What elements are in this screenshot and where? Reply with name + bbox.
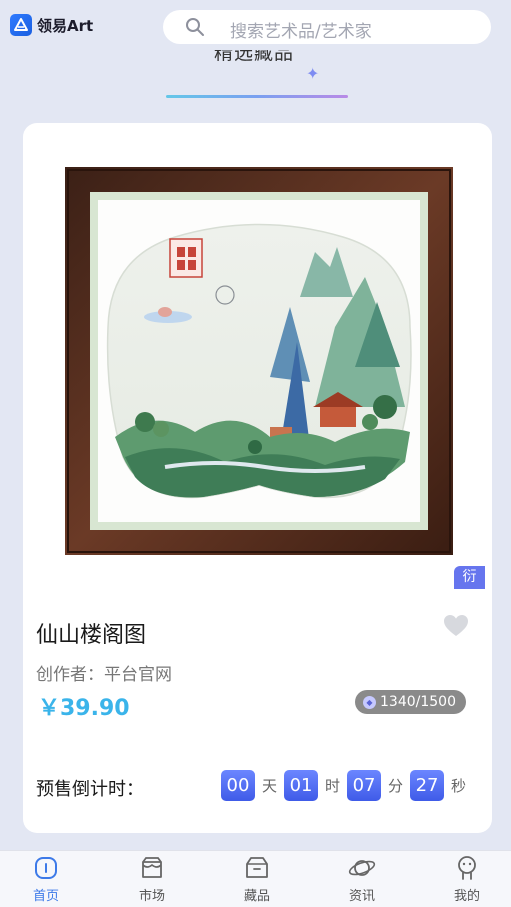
nav-label-collection: 藏品 xyxy=(243,889,270,904)
planet-icon xyxy=(348,860,376,876)
nav-item-news[interactable]: 资讯 xyxy=(322,851,402,904)
stock-count: 1340/1500 xyxy=(380,694,456,710)
bottom-nav: 首页 市场 藏品 资讯 我的 xyxy=(0,850,511,907)
search-icon xyxy=(185,17,205,41)
countdown-minutes-unit: 分 xyxy=(388,777,404,795)
countdown-hours: 01 xyxy=(284,770,319,801)
nav-item-home[interactable]: 首页 xyxy=(6,851,86,904)
nav-label-news: 资讯 xyxy=(348,889,375,904)
logo-icon xyxy=(10,14,32,36)
countdown-timer: 00 天 01 时 07 分 27 秒 xyxy=(221,770,473,801)
sparkle-icon: ✦ xyxy=(306,64,320,83)
coin-icon: ◆ xyxy=(363,695,376,709)
app-logo[interactable]: 领易Art xyxy=(10,14,93,36)
countdown-minutes: 07 xyxy=(347,770,382,801)
home-icon xyxy=(35,857,57,879)
profile-icon xyxy=(458,856,476,880)
countdown-label: 预售倒计时： xyxy=(36,779,144,800)
logo-text: 领易Art xyxy=(37,16,94,35)
section-title-underline xyxy=(166,95,348,98)
countdown-days-unit: 天 xyxy=(262,777,278,795)
creator-label: 创作者：平台官网 xyxy=(36,665,172,685)
countdown-hours-unit: 时 xyxy=(325,777,341,795)
price: ￥39.90 xyxy=(38,696,130,721)
favorite-heart-icon[interactable] xyxy=(443,614,469,642)
stock-pill: ◆ 1340/1500 xyxy=(355,690,466,714)
search-bar[interactable]: 搜索艺术品/艺术家 xyxy=(163,10,491,44)
artwork-card[interactable]: 衍 仙山楼阁图 创作者：平台官网 ￥39.90 ◆ 1340/1500 预售倒计… xyxy=(23,123,492,833)
countdown-days: 00 xyxy=(221,770,255,801)
store-icon xyxy=(142,857,162,878)
countdown-seconds: 27 xyxy=(410,770,445,801)
search-placeholder[interactable]: 搜索艺术品/艺术家 xyxy=(230,17,372,42)
section-title-clip: 精选藏品 xyxy=(160,50,350,72)
derivative-badge: 衍 xyxy=(454,566,485,589)
artwork-image[interactable] xyxy=(65,167,453,555)
nav-label-home: 首页 xyxy=(32,889,59,904)
section-title: 精选藏品 xyxy=(214,50,295,64)
nav-label-profile: 我的 xyxy=(453,889,480,904)
box-icon xyxy=(246,857,268,878)
nav-item-profile[interactable]: 我的 xyxy=(427,851,507,904)
artwork-title: 仙山楼阁图 xyxy=(36,623,147,648)
top-header: 领易Art 搜索艺术品/艺术家 xyxy=(0,0,511,56)
nav-item-collection[interactable]: 藏品 xyxy=(217,851,297,904)
countdown-seconds-unit: 秒 xyxy=(451,777,467,795)
nav-item-market[interactable]: 市场 xyxy=(112,851,192,904)
nav-label-market: 市场 xyxy=(138,889,165,904)
